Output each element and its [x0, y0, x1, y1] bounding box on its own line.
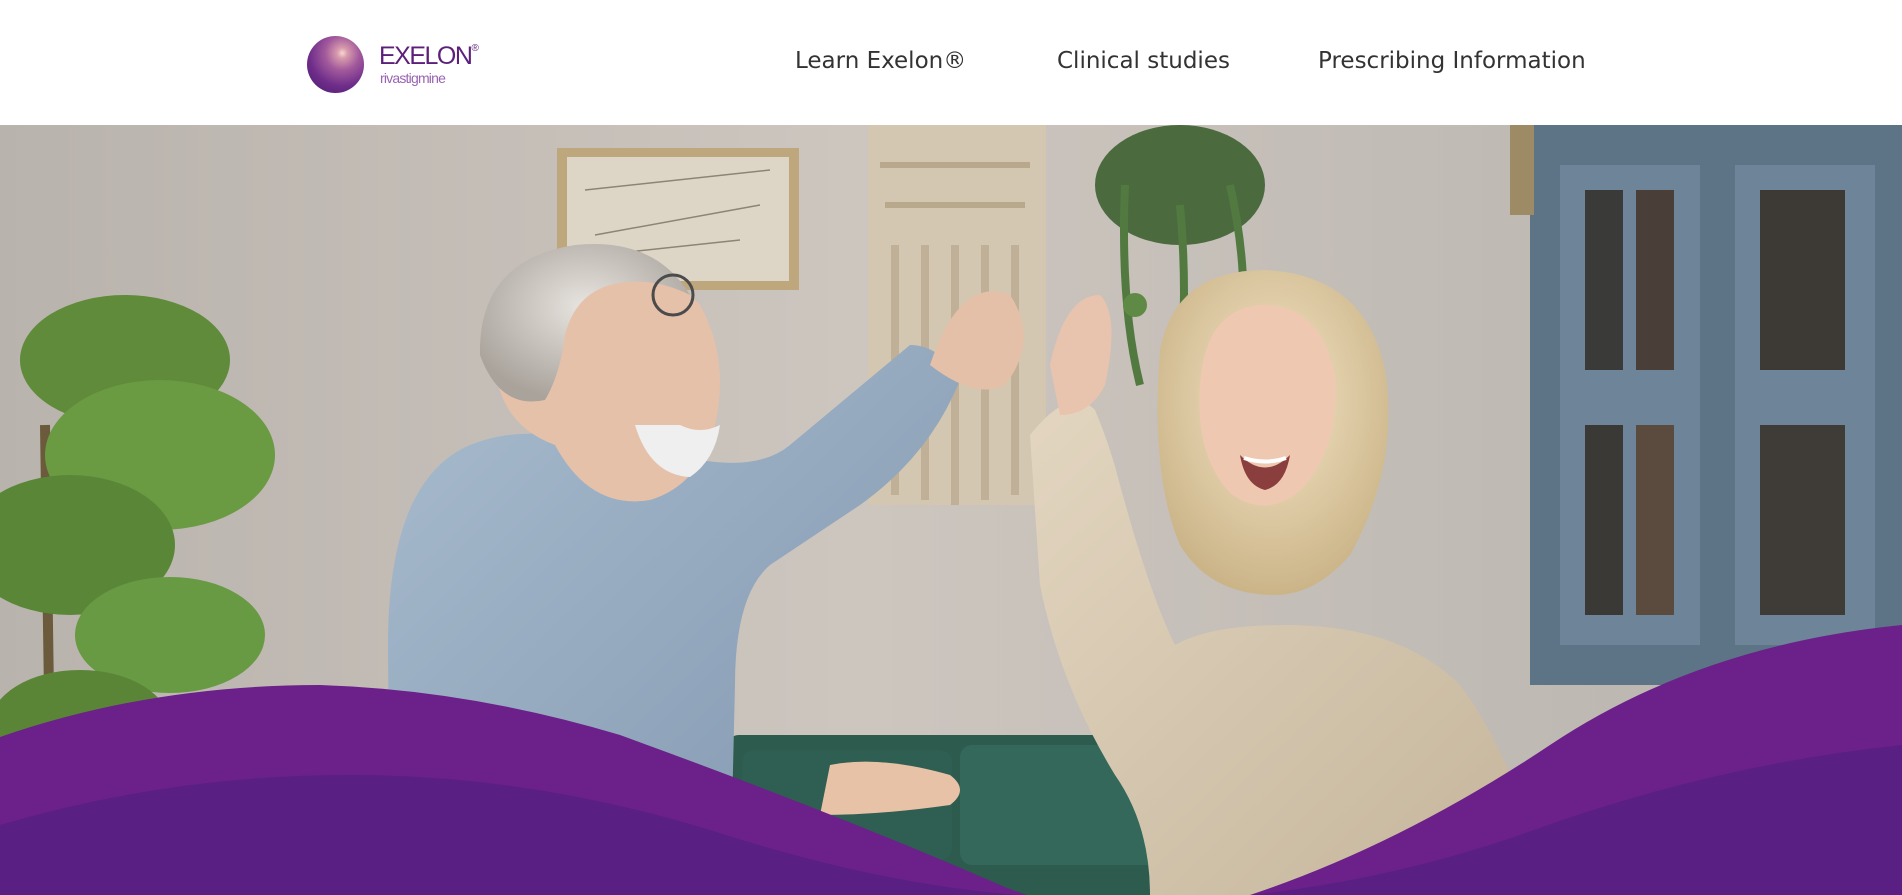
nav-learn-exelon[interactable]: Learn Exelon® — [795, 44, 966, 78]
logo-brand-text: EXELON® — [379, 42, 479, 70]
nav-prescribing-information[interactable]: Prescribing Information — [1318, 44, 1586, 78]
cabinet — [1510, 125, 1902, 685]
hero-photo — [0, 125, 1902, 895]
nav-clinical-studies[interactable]: Clinical studies — [1057, 44, 1230, 78]
logo-generic-name: rivastigmine — [380, 70, 446, 86]
hero-banner — [0, 125, 1902, 895]
logo-orb-icon — [307, 36, 364, 93]
site-header: EXELON® rivastigmine Learn Exelon® Clini… — [0, 0, 1902, 125]
exelon-logo[interactable]: EXELON® rivastigmine — [307, 36, 487, 94]
